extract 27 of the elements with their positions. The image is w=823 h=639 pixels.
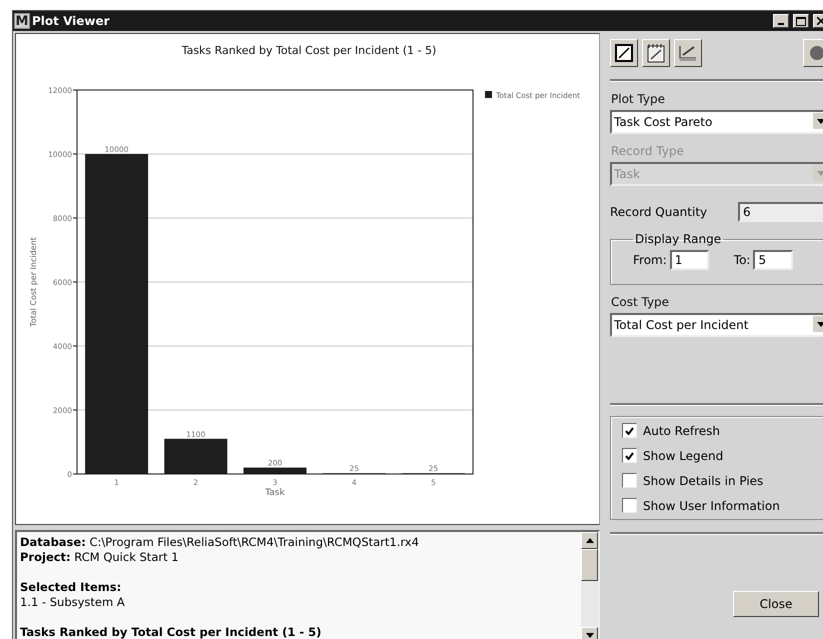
info-line: Database: C:\Program Files\ReliaSoft\RCM4\Training\RCMQStart1.rx4 xyxy=(20,535,420,550)
group-title: Display Range xyxy=(634,232,722,246)
info-line: 1.1 - Subsystem A xyxy=(20,595,126,610)
info-line: Tasks Ranked by Total Cost per Incident (1 - 5) xyxy=(20,625,322,639)
field-label: From: xyxy=(633,253,667,267)
field-label: Record Type xyxy=(611,144,685,158)
checkbox-label: Show Legend xyxy=(643,448,724,462)
to-field[interactable]: 5 xyxy=(753,250,794,270)
field-label: Plot Type xyxy=(611,92,666,106)
y-axis-label: Total Cost per Incident xyxy=(29,237,38,327)
field-label: To: xyxy=(734,253,750,267)
info-line: Project: RCM Quick Start 1 xyxy=(20,550,180,565)
from-field[interactable]: 1 xyxy=(670,250,709,270)
chart-title: Tasks Ranked by Total Cost per Incident (1 - 5) xyxy=(182,44,436,57)
checkbox-label: Show User Information xyxy=(643,498,780,512)
window-title: Plot Viewer xyxy=(32,14,111,28)
checkbox-label: Auto Refresh xyxy=(643,424,720,438)
close-dialog-button[interactable]: Close xyxy=(733,591,819,617)
plot-type-dropdown[interactable]: Task Cost Pareto xyxy=(610,110,823,134)
info-line: Selected Items: xyxy=(20,580,122,595)
field-label: Record Quantity xyxy=(610,205,708,219)
record-quantity-field: 6 xyxy=(738,202,823,222)
field-label: Cost Type xyxy=(611,295,670,309)
x-axis-label: Task xyxy=(265,488,285,498)
cost-type-dropdown[interactable]: Total Cost per Incident xyxy=(610,313,823,337)
checkbox-label: Show Details in Pies xyxy=(643,474,764,488)
app-logo: M xyxy=(14,13,30,29)
